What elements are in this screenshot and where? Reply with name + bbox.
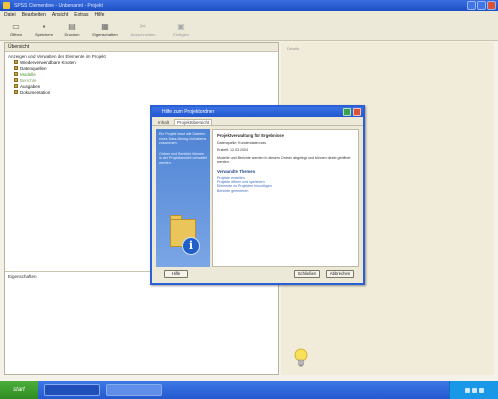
system-tray xyxy=(449,381,498,399)
window-controls xyxy=(467,1,496,10)
cancel-button[interactable]: Abbrechen xyxy=(326,270,354,278)
menu-ansicht[interactable]: Ansicht xyxy=(52,12,68,18)
side-text: Ein Projekt fasst alle Dateien eines Dat… xyxy=(159,132,207,146)
dialog-button-row: Hilfe Schließen Abbrechen xyxy=(152,270,363,280)
tree-item[interactable]: Dokumentation xyxy=(8,89,275,95)
related-topics-heading: Verwandte Themen xyxy=(217,168,256,174)
lightbulb-icon[interactable] xyxy=(294,348,308,368)
close-window-button[interactable] xyxy=(487,1,496,10)
menu-bar: Datei Bearbeiten Ansicht Extras Hilfe xyxy=(0,11,498,19)
menu-bearbeiten[interactable]: Bearbeiten xyxy=(22,12,46,18)
menu-hilfe[interactable]: Hilfe xyxy=(94,12,104,18)
content-heading: Projektverwaltung für Ergebnisse xyxy=(217,133,284,138)
tab-projektuebersicht[interactable]: Projektübersicht xyxy=(174,119,213,125)
close-button[interactable]: Schließen xyxy=(294,270,320,278)
taskbar: start xyxy=(0,381,498,399)
folder-icon xyxy=(14,78,18,82)
cut-button[interactable]: ✂ Ausschneiden xyxy=(126,19,160,40)
tray-icon[interactable] xyxy=(464,387,470,393)
content-paragraph: Erstellt: 12.03.2004 xyxy=(217,148,248,153)
dialog-title-bar: Hilfe zum Projektordner xyxy=(152,107,363,117)
print-icon: ▤ xyxy=(68,21,76,31)
pane-header[interactable]: Übersicht xyxy=(5,43,278,52)
details-label: Details xyxy=(287,46,300,51)
taskbar-button[interactable] xyxy=(44,384,100,396)
folder-icon xyxy=(14,66,18,70)
tab-inhalt[interactable]: Inhalt xyxy=(156,120,171,125)
folder-icon xyxy=(14,72,18,76)
content-paragraph: Datenquelle: Kundendaten.sav xyxy=(217,141,267,145)
tray-icon[interactable] xyxy=(471,387,477,393)
folder-icon xyxy=(14,84,18,88)
menu-datei[interactable]: Datei xyxy=(4,12,16,18)
paste-icon: ▣ xyxy=(177,21,185,31)
save-button[interactable]: ▪ Speichern xyxy=(32,19,56,40)
maximize-button[interactable] xyxy=(477,1,486,10)
folder-icon: ▭ xyxy=(12,21,20,31)
project-tree: Anzeigen und Verwalten der Elemente im P… xyxy=(5,52,278,97)
paste-button[interactable]: ▣ Einfügen xyxy=(164,19,198,40)
taskbar-button[interactable] xyxy=(106,384,162,396)
help-icon[interactable] xyxy=(343,108,351,116)
app-icon xyxy=(3,2,10,9)
dialog-side-panel: Ein Projekt fasst alle Dateien eines Dat… xyxy=(156,129,210,267)
open-button[interactable]: ▭ Öffnen xyxy=(4,19,28,40)
folder-icon xyxy=(14,60,18,64)
dialog-content: Projektverwaltung für Ergebnisse Datenqu… xyxy=(212,129,359,267)
dialog-tabs: Inhalt Projektübersicht xyxy=(152,117,363,126)
print-button[interactable]: ▤ Drucken xyxy=(60,19,84,40)
tray-icon[interactable] xyxy=(478,387,484,393)
help-button[interactable]: Hilfe xyxy=(164,270,188,278)
save-icon: ▪ xyxy=(42,21,46,31)
dialog-close-button[interactable] xyxy=(353,108,361,116)
info-icon: i xyxy=(182,237,200,255)
start-button[interactable]: start xyxy=(0,381,38,399)
related-link[interactable]: Berichte generieren xyxy=(217,189,354,193)
cut-icon: ✂ xyxy=(139,21,147,31)
properties-button[interactable]: ▦ Eigenschaften xyxy=(88,19,122,40)
window-title-bar: SPSS Clementine - Unbenannt - Projekt xyxy=(0,0,498,11)
help-dialog: Hilfe zum Projektordner Inhalt Projektüb… xyxy=(150,105,365,285)
folder-icon xyxy=(14,90,18,94)
window-title: SPSS Clementine - Unbenannt - Projekt xyxy=(14,2,103,9)
minimize-button[interactable] xyxy=(467,1,476,10)
side-text: Ordner und Berichte können in der Projek… xyxy=(159,151,207,165)
content-paragraph: Modelle und Berichte werden in diesem Or… xyxy=(217,155,351,165)
properties-icon: ▦ xyxy=(101,21,109,31)
properties-label: Eigenschaften xyxy=(8,274,37,279)
menu-extras[interactable]: Extras xyxy=(74,12,88,18)
toolbar: ▭ Öffnen ▪ Speichern ▤ Drucken ▦ Eigensc… xyxy=(0,19,498,41)
dialog-title: Hilfe zum Projektordner xyxy=(162,109,215,115)
